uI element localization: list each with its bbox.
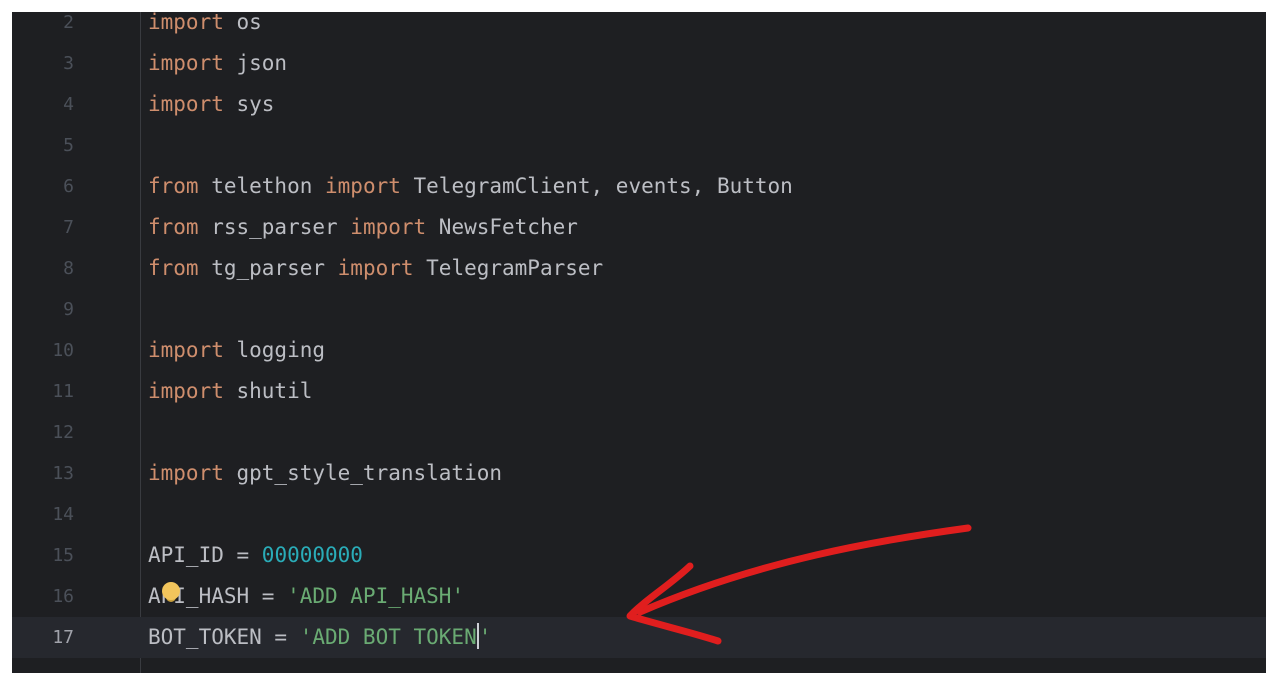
keyword-token: import bbox=[148, 338, 224, 362]
code-text: from tg_parser import TelegramParser bbox=[148, 248, 603, 289]
code-token: json bbox=[223, 51, 288, 75]
line-number: 9 bbox=[63, 299, 74, 320]
lightbulb-icon[interactable] bbox=[162, 582, 180, 600]
code-line[interactable]: 14 bbox=[12, 494, 1266, 535]
keyword-token: from bbox=[148, 174, 199, 198]
code-token: rss_parser bbox=[198, 215, 351, 239]
line-number: 7 bbox=[63, 217, 74, 238]
keyword-token: from bbox=[148, 256, 199, 280]
code-text: from telethon import TelegramClient, eve… bbox=[148, 166, 793, 207]
line-number: 12 bbox=[52, 422, 74, 443]
keyword-token: import bbox=[337, 256, 414, 280]
code-token: os bbox=[223, 12, 262, 34]
code-text: API_HASH = 'ADD API_HASH' bbox=[148, 576, 464, 617]
code-token: logging bbox=[223, 338, 326, 362]
code-token: sys bbox=[223, 92, 275, 116]
line-number: 14 bbox=[52, 504, 74, 525]
code-text: from rss_parser import NewsFetcher bbox=[148, 207, 578, 248]
string-token: 'ADD API_HASH' bbox=[287, 584, 465, 608]
code-line[interactable]: 15 API_ID = 00000000 bbox=[12, 535, 1266, 576]
code-text: import json bbox=[148, 43, 287, 84]
line-number: 8 bbox=[63, 258, 74, 279]
line-number: 16 bbox=[52, 586, 74, 607]
keyword-token: import bbox=[148, 461, 224, 485]
code-text: BOT_TOKEN = 'ADD BOT TOKEN' bbox=[148, 617, 491, 658]
code-line[interactable]: 12 bbox=[12, 412, 1266, 453]
line-number: 2 bbox=[63, 12, 74, 33]
code-token: tg_parser bbox=[198, 256, 338, 280]
keyword-token: import bbox=[148, 379, 224, 403]
code-text: API_ID = 00000000 bbox=[148, 535, 363, 576]
keyword-token: import bbox=[148, 12, 224, 34]
code-line[interactable]: 6 from telethon import TelegramClient, ev… bbox=[12, 166, 1266, 207]
code-token: TelegramClient, events, Button bbox=[400, 174, 793, 198]
code-line[interactable]: 10 import logging bbox=[12, 330, 1266, 371]
current-code-line[interactable]: 17 BOT_TOKEN = 'ADD BOT TOKEN' bbox=[12, 617, 1266, 658]
string-token: 'ADD BOT TOKEN bbox=[299, 625, 477, 649]
code-token: TelegramParser bbox=[413, 256, 604, 280]
code-line[interactable]: 2 import os bbox=[12, 12, 1266, 43]
code-line[interactable]: 13 import gpt_style_translation bbox=[12, 453, 1266, 494]
keyword-token: import bbox=[148, 51, 224, 75]
code-text: import shutil bbox=[148, 371, 312, 412]
keyword-token: import bbox=[350, 215, 427, 239]
code-text: import os bbox=[148, 12, 262, 43]
code-line[interactable]: 8 from tg_parser import TelegramParser bbox=[12, 248, 1266, 289]
code-line[interactable]: 7 from rss_parser import NewsFetcher bbox=[12, 207, 1266, 248]
line-number: 15 bbox=[52, 545, 74, 566]
code-token: BOT_TOKEN = bbox=[148, 625, 300, 649]
line-number: 6 bbox=[63, 176, 74, 197]
string-token: ' bbox=[478, 625, 492, 649]
keyword-token: import bbox=[148, 92, 224, 116]
line-number: 3 bbox=[63, 53, 74, 74]
code-text: import logging bbox=[148, 330, 325, 371]
code-line[interactable]: 5 bbox=[12, 125, 1266, 166]
code-text: import gpt_style_translation bbox=[148, 453, 502, 494]
code-line[interactable]: 4 import sys bbox=[12, 84, 1266, 125]
screenshot: 2 import os 3 import json 4 import sys 5 6 from … bbox=[0, 0, 1272, 673]
line-number: 10 bbox=[52, 340, 74, 361]
keyword-token: import bbox=[325, 174, 401, 198]
code-line[interactable]: 11 import shutil bbox=[12, 371, 1266, 412]
code-token: NewsFetcher bbox=[426, 215, 578, 239]
code-text: import sys bbox=[148, 84, 274, 125]
code-token: API_ID = bbox=[148, 543, 262, 567]
code-editor[interactable]: 2 import os 3 import json 4 import sys 5 6 from … bbox=[12, 12, 1266, 673]
code-line[interactable]: 16 API_HASH = 'ADD API_HASH' bbox=[12, 576, 1266, 617]
code-line[interactable]: 3 import json bbox=[12, 43, 1266, 84]
line-number: 4 bbox=[63, 94, 74, 115]
code-line[interactable]: 9 bbox=[12, 289, 1266, 330]
line-number: 5 bbox=[63, 135, 74, 156]
keyword-token: from bbox=[148, 215, 199, 239]
line-number: 13 bbox=[52, 463, 74, 484]
line-number: 11 bbox=[52, 381, 74, 402]
number-token: 00000000 bbox=[261, 543, 363, 567]
code-token: shutil bbox=[223, 379, 313, 403]
line-number: 17 bbox=[52, 627, 74, 648]
code-token: telethon bbox=[198, 174, 326, 198]
code-token: gpt_style_translation bbox=[223, 461, 503, 485]
